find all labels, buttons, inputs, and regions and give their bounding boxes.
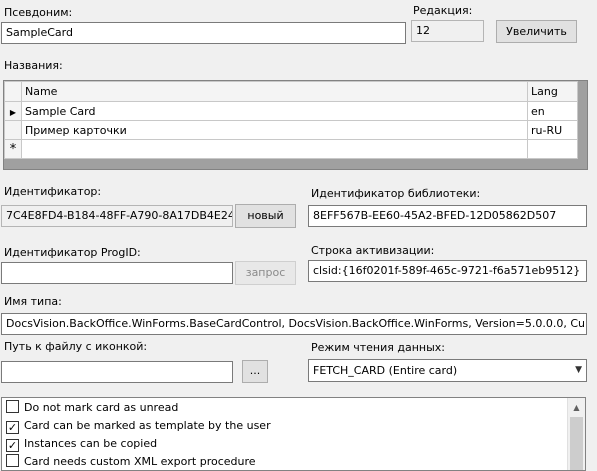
- row-header[interactable]: [4, 120, 22, 140]
- new-row-icon: *: [4, 139, 22, 159]
- cell-name-new[interactable]: [21, 139, 528, 159]
- option-custom-xml-export[interactable]: Card needs custom XML export procedure: [6, 453, 256, 470]
- checkmark-icon: ✓: [7, 439, 18, 452]
- cell-name[interactable]: Пример карточки: [21, 120, 528, 140]
- grid-corner: [4, 81, 22, 102]
- checkbox[interactable]: ✓: [6, 421, 19, 434]
- row-header[interactable]: ▶: [4, 101, 22, 121]
- identifier-label: Идентификатор:: [4, 185, 102, 198]
- icon-path-input[interactable]: [1, 361, 233, 383]
- column-header-lang[interactable]: Lang: [527, 81, 578, 102]
- read-mode-select[interactable]: FETCH_CARD (Entire card) ▼: [308, 359, 587, 382]
- increase-revision-button[interactable]: Увеличить: [496, 20, 577, 43]
- browse-icon-button[interactable]: ...: [242, 360, 268, 383]
- cell-lang-new[interactable]: [527, 139, 578, 159]
- column-header-name[interactable]: Name: [21, 81, 528, 102]
- checkbox[interactable]: [6, 400, 19, 413]
- revision-field: 12: [411, 20, 484, 42]
- scrollbar-thumb[interactable]: [570, 417, 583, 470]
- icon-path-label: Путь к файлу с иконкой:: [4, 340, 148, 353]
- chevron-down-icon: ▼: [575, 365, 582, 375]
- progid-label: Идентификатор ProgID:: [4, 246, 141, 259]
- options-checklist[interactable]: Do not mark card as unread ✓ Card can be …: [1, 397, 586, 471]
- new-identifier-button[interactable]: новый: [235, 204, 296, 228]
- option-label: Card can be marked as template by the us…: [24, 419, 271, 432]
- option-label: Card needs custom XML export procedure: [24, 455, 256, 468]
- option-do-not-mark-unread[interactable]: Do not mark card as unread: [6, 399, 178, 417]
- current-row-icon: ▶: [9, 107, 17, 117]
- names-label: Названия:: [4, 59, 63, 72]
- checkbox[interactable]: [6, 454, 19, 467]
- activation-input[interactable]: clsid:{16f0201f-589f-465c-9721-f6a571eb9…: [308, 260, 587, 282]
- cell-lang[interactable]: en: [527, 101, 578, 121]
- option-mark-as-template[interactable]: ✓ Card can be marked as template by the u…: [6, 417, 271, 435]
- option-instances-copied[interactable]: ✓ Instances can be copied: [6, 435, 157, 453]
- cell-name[interactable]: Sample Card: [21, 101, 528, 121]
- table-row[interactable]: Пример карточки ru-RU: [4, 120, 578, 140]
- alias-label: Псевдоним:: [4, 6, 73, 19]
- library-id-input[interactable]: 8EFF567B-EE60-45A2-BFED-12D05862D507: [308, 205, 587, 227]
- alias-input[interactable]: SampleCard: [1, 22, 406, 44]
- read-mode-label: Режим чтения данных:: [311, 341, 446, 354]
- cell-lang[interactable]: ru-RU: [527, 120, 578, 140]
- type-name-label: Имя типа:: [4, 295, 62, 308]
- revision-label: Редакция:: [413, 4, 473, 17]
- table-row[interactable]: ▶ Sample Card en: [4, 101, 578, 121]
- names-grid[interactable]: Name Lang ▶ Sample Card en Пример карточ…: [3, 80, 588, 170]
- arrow-up-icon[interactable]: ▲: [568, 399, 585, 416]
- vertical-scrollbar[interactable]: ▲: [567, 398, 585, 470]
- request-progid-button[interactable]: запрос: [235, 261, 296, 285]
- option-label: Instances can be copied: [24, 437, 158, 450]
- library-id-label: Идентификатор библиотеки:: [311, 187, 481, 200]
- identifier-field: 7C4E8FD4-B184-48FF-A790-8A17DB4E2489: [1, 205, 233, 227]
- type-name-input[interactable]: DocsVision.BackOffice.WinForms.BaseCardC…: [1, 313, 587, 335]
- new-row[interactable]: *: [4, 139, 578, 159]
- checkbox[interactable]: ✓: [6, 439, 19, 452]
- read-mode-value: FETCH_CARD (Entire card): [313, 364, 458, 377]
- progid-input[interactable]: [1, 262, 233, 284]
- activation-label: Строка активизации:: [311, 244, 435, 257]
- checkmark-icon: ✓: [7, 421, 18, 434]
- option-label: Do not mark card as unread: [24, 401, 179, 414]
